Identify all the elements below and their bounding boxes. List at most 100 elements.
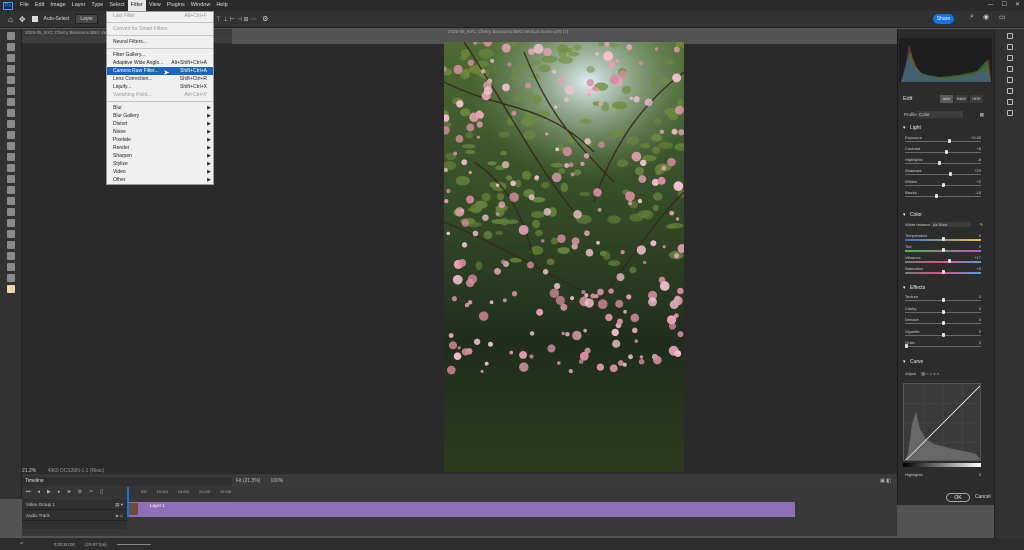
- edit-icon[interactable]: [1006, 44, 1013, 50]
- vibrance-value[interactable]: +17: [974, 255, 981, 260]
- menu-window[interactable]: Window: [188, 0, 214, 11]
- cancel-button[interactable]: Cancel: [975, 493, 991, 502]
- play-icon[interactable]: ▶: [47, 489, 51, 495]
- menu-select[interactable]: Select: [106, 0, 127, 11]
- foreground-color-swatch[interactable]: [6, 285, 15, 293]
- zoom-slider[interactable]: [116, 543, 151, 545]
- filter-menu-item-neural-filters[interactable]: Neural Filters...: [107, 38, 213, 46]
- next-frame-icon[interactable]: ▸: [58, 489, 61, 495]
- filter-menu-item-video[interactable]: Video ▶: [107, 168, 213, 176]
- first-frame-icon[interactable]: ⏮: [26, 489, 31, 495]
- dehaze-slider-knob[interactable]: [941, 321, 945, 325]
- exposure-value[interactable]: +0.40: [971, 135, 981, 140]
- audio-track[interactable]: Audio Track 🕪 ♫: [22, 510, 127, 521]
- zoom-100[interactable]: 100%: [270, 475, 283, 487]
- exposure-slider-track[interactable]: [905, 141, 981, 142]
- whites-slider-knob[interactable]: [942, 183, 946, 187]
- heal-icon[interactable]: [1006, 66, 1013, 72]
- profile-browser-icon[interactable]: ▦: [980, 110, 984, 119]
- path-select-tool-icon[interactable]: [6, 230, 15, 238]
- vibrance-slider-knob[interactable]: [947, 259, 951, 263]
- frame-tool-icon[interactable]: [6, 98, 15, 106]
- tone-curve-graph[interactable]: [903, 383, 981, 461]
- settings-icon[interactable]: [1006, 33, 1013, 39]
- layer-clip[interactable]: Layer 1: [127, 502, 795, 517]
- layer-select-dropdown[interactable]: Layer: [75, 14, 98, 24]
- redeye-icon[interactable]: [1006, 88, 1013, 94]
- profile-select[interactable]: Color: [917, 111, 963, 118]
- menu-type[interactable]: Type: [88, 0, 106, 11]
- blur-tool-icon[interactable]: [6, 186, 15, 194]
- highlights-slider-knob[interactable]: [938, 161, 942, 165]
- more-tool-icon[interactable]: [6, 274, 15, 282]
- auto-button[interactable]: Auto: [940, 95, 953, 103]
- close-icon[interactable]: ✕: [1015, 0, 1020, 11]
- temperature-value[interactable]: 0: [979, 233, 981, 238]
- undo-icon[interactable]: ↶: [20, 541, 24, 547]
- highlights-slider-track[interactable]: [905, 163, 981, 164]
- quick-select-tool-icon[interactable]: [6, 76, 15, 84]
- ok-button[interactable]: OK: [946, 493, 970, 502]
- vignette-value[interactable]: 0: [979, 329, 981, 334]
- filter-menu-item-blur-gallery[interactable]: Blur Gallery ▶: [107, 112, 213, 120]
- dehaze-value[interactable]: 0: [979, 317, 981, 322]
- menu-layer[interactable]: Layer: [69, 0, 89, 11]
- filter-menu-item-pixelate[interactable]: Pixelate ▶: [107, 136, 213, 144]
- filter-menu-item-other[interactable]: Other ▶: [107, 176, 213, 184]
- saturation-value[interactable]: +2: [976, 266, 981, 271]
- pen-tool-icon[interactable]: [6, 208, 15, 216]
- filter-menu-item-noise[interactable]: Noise ▶: [107, 128, 213, 136]
- crop-icon[interactable]: [1006, 55, 1013, 61]
- menu-help[interactable]: Help: [213, 0, 230, 11]
- zoom-tool-icon[interactable]: [6, 263, 15, 271]
- before-after-icon[interactable]: ▣ ◧: [880, 475, 891, 487]
- effects-section-header[interactable]: Effects: [899, 283, 992, 293]
- color-section-header[interactable]: Color: [899, 210, 992, 220]
- filter-menu-item-adaptive-wide-angle[interactable]: Adaptive Wide Angle... Alt+Shift+Ctrl+A: [107, 59, 213, 67]
- hand-tool-icon[interactable]: [6, 252, 15, 260]
- grain-value[interactable]: 0: [979, 340, 981, 345]
- clone-stamp-tool-icon[interactable]: [6, 142, 15, 150]
- prev-frame-icon[interactable]: ◂: [38, 489, 41, 495]
- speaker-icon[interactable]: 🕪 ♫: [116, 510, 123, 521]
- brush-tool-icon[interactable]: [6, 131, 15, 139]
- tint-value[interactable]: 0: [979, 244, 981, 249]
- dodge-tool-icon[interactable]: [6, 197, 15, 205]
- lasso-tool-icon[interactable]: [6, 65, 15, 73]
- playhead[interactable]: [127, 487, 129, 517]
- texture-value[interactable]: 0: [979, 294, 981, 299]
- hdr-button[interactable]: HDR: [970, 95, 983, 103]
- presets-icon[interactable]: [1006, 99, 1013, 105]
- tint-slider-knob[interactable]: [941, 248, 945, 252]
- audio-icon[interactable]: 🕪: [67, 489, 70, 495]
- eyedropper-icon[interactable]: ✎: [980, 222, 983, 227]
- artboard-tool-icon[interactable]: [6, 43, 15, 51]
- curve-mode-icons[interactable]: ▨ ○ ● ● ●: [921, 371, 939, 376]
- vignette-slider-knob[interactable]: [941, 332, 945, 337]
- clarity-slider-knob[interactable]: [941, 309, 945, 314]
- grain-slider-knob[interactable]: [905, 344, 909, 348]
- filter-menu-item-filter-gallery[interactable]: Filter Gallery...: [107, 51, 213, 59]
- marquee-tool-icon[interactable]: [6, 54, 15, 62]
- filter-menu-item-blur[interactable]: Blur ▶: [107, 104, 213, 112]
- film-icon[interactable]: ▤ ▾: [115, 499, 123, 510]
- type-tool-icon[interactable]: [6, 219, 15, 227]
- menu-view[interactable]: View: [146, 0, 164, 11]
- filter-menu-item-stylize[interactable]: Stylize ▶: [107, 160, 213, 168]
- menu-image[interactable]: Image: [47, 0, 68, 11]
- rectangle-tool-icon[interactable]: [6, 241, 15, 249]
- light-section-header[interactable]: Light: [899, 123, 992, 133]
- menu-plugins[interactable]: Plugins: [164, 0, 188, 11]
- blacks-value[interactable]: -18: [975, 190, 981, 195]
- history-brush-tool-icon[interactable]: [6, 153, 15, 161]
- temperature-slider-knob[interactable]: [941, 237, 945, 241]
- contrast-value[interactable]: +8: [976, 146, 981, 151]
- whites-value[interactable]: +2: [976, 179, 981, 184]
- workspace-icon[interactable]: ▭: [999, 13, 1006, 21]
- video-group-track[interactable]: Video Group 1 ▤ ▾: [22, 499, 127, 510]
- more-icon[interactable]: [1006, 110, 1013, 116]
- shadows-slider-track[interactable]: [905, 174, 981, 175]
- auto-select-checkbox[interactable]: [31, 16, 38, 22]
- texture-slider-knob[interactable]: [941, 298, 945, 302]
- gradient-tool-icon[interactable]: [6, 175, 15, 183]
